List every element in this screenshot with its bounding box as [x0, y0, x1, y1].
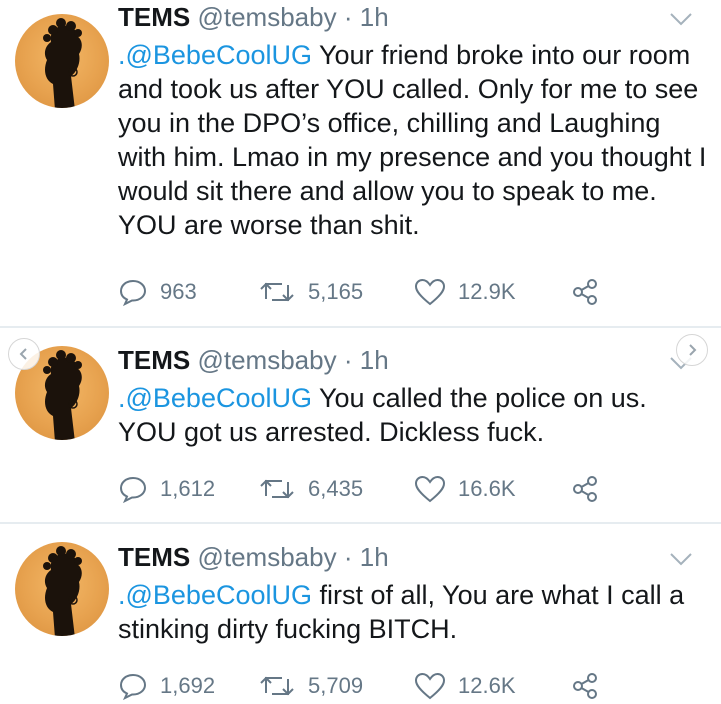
- reply-button[interactable]: 963: [118, 274, 197, 310]
- retweet-button[interactable]: 5,165: [258, 274, 363, 310]
- tweet-text: .@BebeCoolUG You called the police on us…: [118, 381, 708, 449]
- reply-icon: [119, 279, 147, 307]
- chevron-right-icon: [689, 344, 697, 356]
- share-button[interactable]: [570, 274, 600, 310]
- heart-icon: [414, 278, 446, 306]
- share-icon: [573, 476, 597, 502]
- like-count: 12.6K: [458, 673, 516, 698]
- tweet-2[interactable]: TEMS @temsbaby · 1h .@BebeCoolUG You cal…: [0, 328, 721, 522]
- reply-button[interactable]: 1,612: [118, 471, 215, 507]
- heart-icon: [414, 672, 446, 700]
- chevron-left-icon: [19, 348, 27, 360]
- like-button[interactable]: 12.6K: [414, 668, 516, 704]
- tweet-text: .@BebeCoolUG first of all, You are what …: [118, 578, 708, 646]
- reply-icon: [119, 673, 147, 701]
- timestamp[interactable]: 1h: [360, 542, 389, 572]
- share-button[interactable]: [570, 471, 600, 507]
- retweet-count: 5,709: [308, 673, 364, 698]
- silhouette-icon: [43, 546, 82, 636]
- user-handle[interactable]: @temsbaby: [197, 345, 336, 375]
- timestamp[interactable]: 1h: [360, 2, 389, 32]
- tweet-actions: 1,612 6,435 16.6K: [118, 471, 618, 507]
- user-handle[interactable]: @temsbaby: [197, 2, 336, 32]
- reply-count: 1,612: [160, 476, 216, 501]
- retweet-button[interactable]: 5,709: [258, 668, 363, 704]
- retweet-count: 6,435: [308, 476, 364, 501]
- display-name[interactable]: TEMS: [118, 2, 190, 32]
- reply-count: 1,692: [160, 673, 216, 698]
- chevron-down-icon[interactable]: [668, 10, 694, 28]
- retweet-button[interactable]: 6,435: [258, 471, 363, 507]
- reply-count: 963: [160, 279, 197, 304]
- tweet-actions: 963 5,165 12.9K: [118, 274, 618, 310]
- share-icon: [573, 673, 597, 699]
- tweet-header: TEMS @temsbaby · 1h: [118, 345, 389, 375]
- timestamp[interactable]: 1h: [360, 345, 389, 375]
- mention-link[interactable]: .@BebeCoolUG: [118, 383, 312, 413]
- share-button[interactable]: [570, 668, 600, 704]
- chevron-down-icon[interactable]: [668, 550, 694, 568]
- retweet-icon: [260, 282, 294, 302]
- carousel-prev-button[interactable]: [8, 338, 40, 370]
- mention-link[interactable]: .@BebeCoolUG: [118, 580, 312, 610]
- tweet-header: TEMS @temsbaby · 1h: [118, 2, 389, 32]
- share-icon: [573, 279, 597, 305]
- tweet-text: .@BebeCoolUG Your friend broke into our …: [118, 38, 708, 242]
- display-name[interactable]: TEMS: [118, 542, 190, 572]
- heart-icon: [414, 475, 446, 503]
- like-button[interactable]: 12.9K: [414, 274, 516, 310]
- reply-icon: [119, 476, 147, 504]
- retweet-icon: [260, 479, 294, 499]
- tweet-3[interactable]: TEMS @temsbaby · 1h .@BebeCoolUG first o…: [0, 524, 721, 701]
- user-handle[interactable]: @temsbaby: [197, 542, 336, 572]
- carousel-next-button[interactable]: [676, 334, 708, 366]
- like-count: 16.6K: [458, 476, 516, 501]
- silhouette-icon: [43, 18, 82, 108]
- avatar[interactable]: [15, 14, 109, 108]
- display-name[interactable]: TEMS: [118, 345, 190, 375]
- tweet-1[interactable]: TEMS @temsbaby · 1h .@BebeCoolUG Your fr…: [0, 0, 721, 326]
- tweet-header: TEMS @temsbaby · 1h: [118, 542, 389, 572]
- retweet-icon: [260, 676, 294, 696]
- tweet-body: Your friend broke into our room and took…: [118, 40, 707, 240]
- separator-dot: ·: [343, 542, 353, 572]
- like-count: 12.9K: [458, 279, 516, 304]
- mention-link[interactable]: .@BebeCoolUG: [118, 40, 312, 70]
- separator-dot: ·: [343, 2, 353, 32]
- tweet-actions: 1,692 5,709 12.6K: [118, 668, 618, 704]
- like-button[interactable]: 16.6K: [414, 471, 516, 507]
- avatar[interactable]: [15, 542, 109, 636]
- reply-button[interactable]: 1,692: [118, 668, 215, 704]
- separator-dot: ·: [343, 345, 353, 375]
- retweet-count: 5,165: [308, 279, 364, 304]
